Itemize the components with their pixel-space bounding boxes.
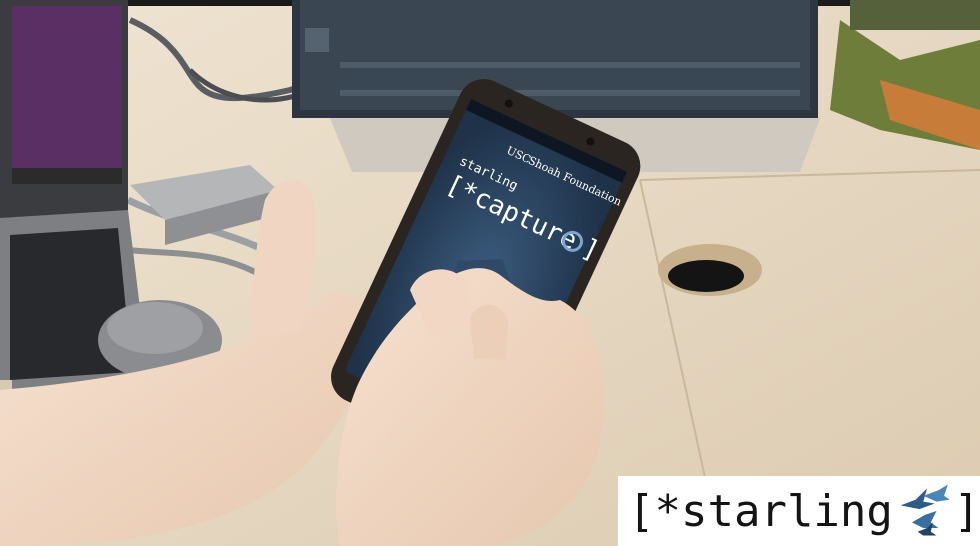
mouse <box>107 302 203 354</box>
monitor-toolbar <box>340 90 800 96</box>
starling-brand-badge: [*starling ] <box>618 476 980 546</box>
brand-text-open: [*starling <box>628 485 893 537</box>
right-finger-ring <box>470 304 508 360</box>
decor <box>850 0 980 30</box>
laptop-screen <box>12 6 122 184</box>
photo-scene: USC Shoah Foundation starling [*capture … <box>0 0 980 546</box>
monitor-app-icon <box>305 28 329 52</box>
cable-hole <box>668 260 744 292</box>
brand-text-close: ] <box>953 485 980 537</box>
laptop-taskbar <box>12 168 122 184</box>
monitor-toolbar <box>340 62 800 68</box>
starling-birds-logo <box>900 484 950 536</box>
